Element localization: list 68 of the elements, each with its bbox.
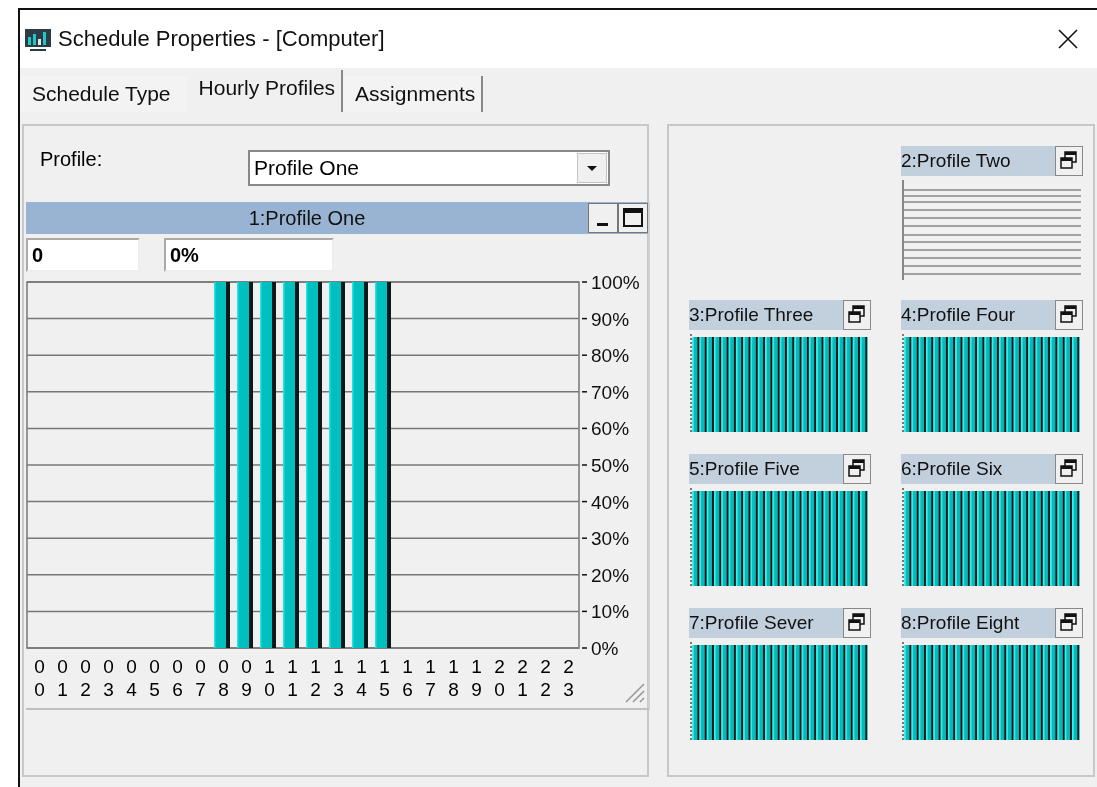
- hour-field[interactable]: 0: [26, 238, 140, 272]
- y-tick: 0%: [581, 638, 619, 656]
- restore-icon[interactable]: [843, 608, 871, 638]
- hour-label: 04: [125, 656, 138, 702]
- y-tick-label: 10%: [591, 601, 630, 623]
- y-tick: 30%: [581, 528, 630, 550]
- hour-label: 22: [539, 656, 552, 702]
- profile-thumbnail-title: 3:Profile Three: [689, 304, 815, 326]
- hour-label: 01: [56, 656, 69, 702]
- y-tick-label: 0%: [591, 638, 619, 659]
- window-title: Schedule Properties - [Computer]: [58, 26, 386, 52]
- y-tick: 70%: [581, 381, 630, 403]
- profile-thumbnail-title: 6:Profile Six: [901, 458, 1004, 480]
- maximize-icon[interactable]: [618, 203, 648, 233]
- hour-label: 17: [424, 656, 437, 702]
- hour-label: 06: [171, 656, 184, 702]
- restore-icon[interactable]: [843, 300, 871, 330]
- hour-label: 19: [470, 656, 483, 702]
- hour-label: 16: [401, 656, 414, 702]
- hour-label: 13: [332, 656, 345, 702]
- y-tick-label: 70%: [591, 381, 630, 403]
- profile-thumbnail-title: 4:Profile Four: [901, 304, 1017, 326]
- percent-field[interactable]: 0%: [164, 238, 334, 272]
- restore-icon[interactable]: [1055, 300, 1083, 330]
- y-tick-label: 50%: [591, 455, 630, 476]
- restore-icon[interactable]: [1055, 608, 1083, 638]
- hour-label: 18: [447, 656, 460, 702]
- y-tick-label: 60%: [591, 418, 630, 440]
- hour-label: 11: [286, 656, 299, 702]
- profile-label: Profile:: [39, 148, 104, 171]
- profile-thumbnail-title: 2:Profile Two: [901, 150, 1012, 172]
- y-tick-label: 90%: [591, 308, 630, 330]
- hour-label: 14: [355, 656, 368, 702]
- y-tick-label: 20%: [591, 564, 630, 586]
- y-tick: 80%: [581, 345, 630, 367]
- minimize-icon[interactable]: [588, 203, 618, 233]
- hour-label: 12: [309, 656, 322, 702]
- hour-label: 00: [33, 656, 46, 702]
- y-tick-label: 40%: [591, 491, 630, 513]
- close-icon[interactable]: [1057, 28, 1079, 50]
- hour-label: 15: [378, 656, 391, 702]
- hour-label: 03: [102, 656, 115, 702]
- hour-label: 09: [240, 656, 253, 702]
- profile-window-title: 1:Profile One: [247, 206, 367, 230]
- hour-label: 07: [194, 656, 207, 702]
- y-tick: 20%: [581, 564, 630, 586]
- restore-icon[interactable]: [1055, 454, 1083, 484]
- y-tick: 50%: [581, 455, 630, 476]
- hour-label: 05: [148, 656, 161, 702]
- y-tick: 10%: [581, 601, 630, 623]
- y-tick-label: 30%: [591, 528, 630, 550]
- y-tick: 90%: [581, 308, 630, 330]
- profile-thumbnail-title: 7:Profile Sever: [689, 612, 815, 634]
- profile-thumbnail-title: 8:Profile Eight: [901, 612, 1021, 634]
- profile-dropdown[interactable]: Profile One: [248, 150, 610, 186]
- y-tick-label: 80%: [591, 345, 630, 367]
- restore-icon[interactable]: [843, 454, 871, 484]
- hour-label: 02: [79, 656, 92, 702]
- hour-label: 10: [263, 656, 276, 702]
- hour-label: 21: [516, 656, 529, 702]
- hour-label: 23: [562, 656, 575, 702]
- hour-label: 08: [217, 656, 230, 702]
- hour-label: 20: [493, 656, 506, 702]
- profile-thumbnail-title: 5:Profile Five: [689, 458, 801, 480]
- restore-icon[interactable]: [1055, 146, 1083, 176]
- y-tick: 60%: [581, 418, 630, 440]
- dropdown-arrow-icon[interactable]: [577, 153, 607, 183]
- y-tick: 40%: [581, 491, 630, 513]
